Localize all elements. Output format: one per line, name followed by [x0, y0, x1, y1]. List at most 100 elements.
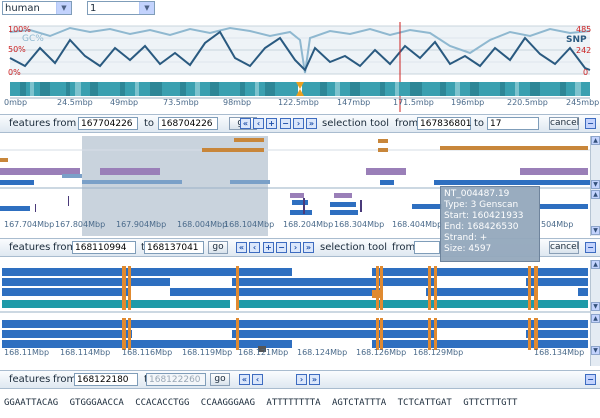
- first-page-icon[interactable]: «: [240, 118, 251, 129]
- last-page-icon[interactable]: »: [303, 242, 314, 253]
- next-icon[interactable]: ›: [290, 242, 301, 253]
- tick-label: 168.204Mbp: [283, 220, 334, 229]
- gene-bar: [2, 320, 588, 328]
- to-input[interactable]: 168122260: [146, 373, 206, 386]
- tooltip-type: Type: 3 Genscan: [444, 200, 519, 210]
- tick-label: 168.119Mbp: [182, 348, 233, 357]
- tick-label: 122.5mbp: [278, 98, 319, 107]
- scroll-up-icon[interactable]: ▲: [591, 314, 600, 323]
- go-button[interactable]: go: [210, 373, 230, 386]
- selection-to-label: to: [474, 118, 485, 129]
- scroll-up-icon[interactable]: ▲: [591, 190, 600, 199]
- gene-bar: [0, 168, 80, 175]
- zoom-out-icon[interactable]: −: [280, 118, 291, 129]
- selection-from-input[interactable]: [414, 241, 440, 254]
- tick-label: 167.904Mbp: [116, 220, 167, 229]
- chevron-down-icon[interactable]: ▼: [139, 2, 154, 14]
- toggle-panel-icon[interactable]: −: [585, 118, 596, 129]
- toggle-panel-icon[interactable]: −: [585, 242, 596, 253]
- left-label-0: 0%: [8, 68, 21, 77]
- tick-label: 147mbp: [337, 98, 371, 107]
- to-label: to: [144, 118, 155, 129]
- selection-from-label: from: [392, 242, 416, 253]
- gene-bar: [378, 139, 388, 143]
- zoom-in-icon[interactable]: +: [263, 242, 274, 253]
- gene-bar: [334, 193, 352, 198]
- gene-bar: [540, 204, 588, 209]
- from-input[interactable]: 168122180: [74, 373, 138, 386]
- first-page-icon[interactable]: «: [236, 242, 247, 253]
- first-page-icon[interactable]: «: [239, 374, 250, 385]
- organism-select[interactable]: human ▼: [2, 1, 72, 15]
- next-icon[interactable]: ›: [293, 118, 304, 129]
- feature-track-2[interactable]: ▲ ▼ ▲ ▼ 168.11Mbp 168.114Mbp 168.116Mbp …: [0, 260, 600, 366]
- tick-label: 168.129Mbp: [413, 348, 464, 357]
- tick-label: 73.5mbp: [163, 98, 199, 107]
- chromosome-overview[interactable]: 100% GC% 50% 0% 485 SNP 242 0 0mbp 24.5m…: [0, 18, 600, 112]
- exon: [376, 266, 379, 310]
- tick-label: 167.704Mbp: [4, 220, 55, 229]
- tick-label: 24.5mbp: [57, 98, 93, 107]
- feature-tooltip: NT_004487.19 Type: 3 Genscan Start: 1604…: [440, 186, 540, 262]
- dna-sequence: GGAATTACAG GTGGGAACCA CCACACCTGG CCAAGGG…: [4, 398, 518, 408]
- previous-icon[interactable]: ‹: [252, 374, 263, 385]
- scroll-up-icon[interactable]: ▲: [591, 260, 600, 269]
- tick-label: 98mbp: [223, 98, 252, 107]
- chromosome-select[interactable]: 1 ▼: [87, 1, 155, 15]
- tick-label: 168.126Mbp: [356, 348, 407, 357]
- exon: [528, 266, 531, 310]
- previous-icon[interactable]: ‹: [253, 118, 264, 129]
- scroll-down-icon[interactable]: ▼: [591, 302, 600, 311]
- cancel-button[interactable]: cancel: [549, 241, 579, 254]
- gene-bar: [412, 204, 442, 209]
- features-label: features: [9, 118, 51, 129]
- gene-bar: [62, 174, 82, 178]
- tick-label: 245mbp: [566, 98, 600, 107]
- cancel-button[interactable]: cancel: [549, 117, 579, 130]
- left-label-50: 50%: [8, 45, 26, 54]
- selection-tool-label: selection tool: [322, 118, 390, 129]
- to-input[interactable]: 168704226: [158, 117, 218, 130]
- from-input[interactable]: 168110994: [72, 241, 136, 254]
- exon: [534, 266, 538, 310]
- go-button[interactable]: go: [208, 241, 228, 254]
- track2-scrollbar[interactable]: ▲ ▼ ▲ ▼: [590, 260, 600, 366]
- next-icon[interactable]: ›: [296, 374, 307, 385]
- right-label-snp: SNP: [566, 35, 587, 45]
- selection-from-label: from: [395, 118, 419, 129]
- gene-bar: [380, 180, 394, 185]
- right-label-242: 242: [576, 46, 592, 55]
- gene-bar: [366, 168, 406, 175]
- gene-bar: [2, 288, 588, 296]
- zoom-out-icon[interactable]: −: [276, 242, 287, 253]
- scroll-down-icon[interactable]: ▼: [591, 226, 600, 235]
- track1-scrollbar[interactable]: ▲ ▼ ▲ ▼: [590, 136, 600, 236]
- scroll-down-icon[interactable]: ▼: [591, 180, 600, 189]
- scroll-up-icon[interactable]: ▲: [591, 136, 600, 145]
- tick-label: 168.404Mbp: [392, 220, 443, 229]
- last-page-icon[interactable]: »: [306, 118, 317, 129]
- tick-label: 196mbp: [451, 98, 485, 107]
- zoom-in-icon[interactable]: +: [266, 118, 277, 129]
- scroll-down-icon[interactable]: ▼: [591, 346, 600, 355]
- toggle-panel-icon[interactable]: −: [585, 374, 596, 385]
- last-page-icon[interactable]: »: [309, 374, 320, 385]
- gene-bar: [378, 148, 388, 152]
- to-input[interactable]: 168137041: [144, 241, 204, 254]
- gene-bar: [0, 206, 30, 211]
- tooltip-id: NT_004487.19: [444, 189, 510, 199]
- tick-label: 220.5mbp: [507, 98, 548, 107]
- gene-bar: [2, 300, 588, 308]
- from-label: from: [53, 118, 77, 129]
- selection-from-input[interactable]: 167836801: [417, 117, 472, 130]
- chevron-down-icon[interactable]: ▼: [56, 2, 71, 14]
- from-input[interactable]: 167704226: [78, 117, 138, 130]
- selection-tool-label: selection tool: [320, 242, 388, 253]
- gene-bar: [0, 158, 8, 162]
- previous-icon[interactable]: ‹: [249, 242, 260, 253]
- tick-label: 171.5mbp: [393, 98, 434, 107]
- exon: [380, 266, 383, 310]
- from-label: from: [53, 374, 77, 385]
- organism-value: human: [5, 3, 40, 14]
- selection-to-input[interactable]: 17: [487, 117, 539, 130]
